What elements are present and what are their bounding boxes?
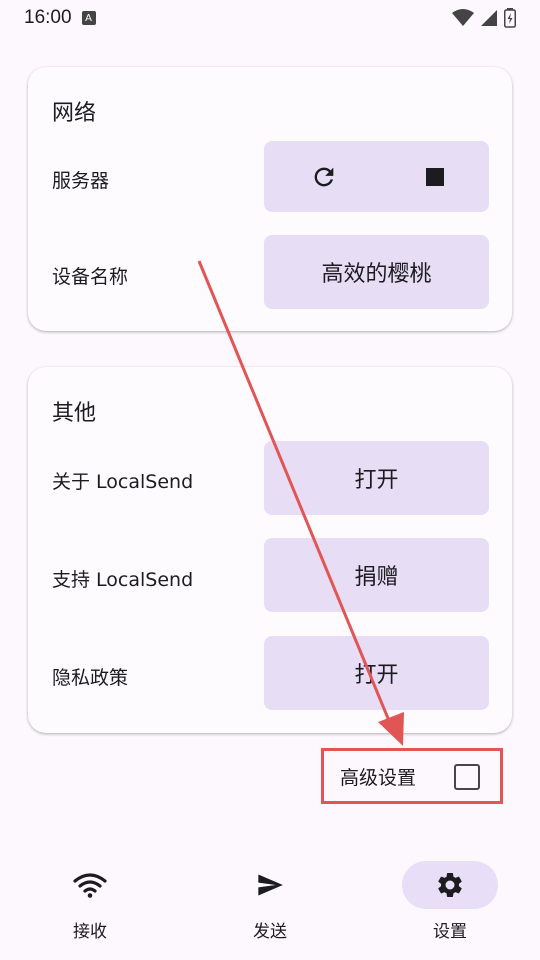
nav-item-receive[interactable]: 接收	[0, 848, 180, 960]
nav-settings-label: 设置	[433, 922, 467, 942]
stop-icon[interactable]	[425, 167, 445, 187]
other-card-title: 其他	[52, 401, 97, 426]
other-card: 其他 关于 LocalSend 打开 支持 LocalSend 捐赠 隐私政策 …	[28, 367, 512, 733]
network-card-title: 网络	[52, 101, 97, 126]
nav-item-send[interactable]: 发送	[180, 848, 360, 960]
advanced-settings-highlight: 高级设置	[321, 748, 503, 804]
about-open-button[interactable]: 打开	[264, 441, 489, 515]
status-time: 16:00	[24, 7, 72, 28]
about-label: 关于 LocalSend	[52, 471, 194, 493]
cell-signal-icon	[481, 10, 497, 26]
advanced-settings-label: 高级设置	[340, 766, 417, 789]
nav-receive-icon-wrap	[42, 861, 138, 909]
server-controls	[264, 141, 489, 212]
donate-button[interactable]: 捐赠	[264, 538, 489, 612]
wifi-icon	[73, 873, 107, 898]
device-name-label: 设备名称	[52, 266, 129, 288]
a-badge-icon: A	[81, 11, 96, 25]
status-icons	[452, 8, 516, 28]
gear-icon	[438, 872, 462, 897]
nav-send-label: 发送	[253, 922, 287, 942]
device-name-button[interactable]: 高效的樱桃	[264, 235, 489, 309]
nav-receive-label: 接收	[73, 922, 107, 942]
battery-icon	[504, 8, 516, 28]
privacy-policy-label: 隐私政策	[52, 667, 129, 689]
bottom-nav: 接收 发送 设置	[0, 848, 540, 960]
advanced-settings-checkbox[interactable]	[454, 764, 480, 790]
wifi-signal-icon	[452, 9, 474, 26]
refresh-icon[interactable]	[310, 163, 338, 191]
support-label: 支持 LocalSend	[52, 569, 194, 591]
privacy-open-button[interactable]: 打开	[264, 636, 489, 710]
send-icon	[258, 874, 283, 896]
nav-item-settings[interactable]: 设置	[360, 848, 540, 960]
network-card: 网络 服务器 设备名称 高效的樱桃	[28, 67, 512, 331]
server-label: 服务器	[52, 170, 110, 192]
status-bar: 16:00 A	[0, 0, 540, 36]
nav-settings-icon-wrap	[402, 861, 498, 909]
nav-send-icon-wrap	[222, 861, 318, 909]
